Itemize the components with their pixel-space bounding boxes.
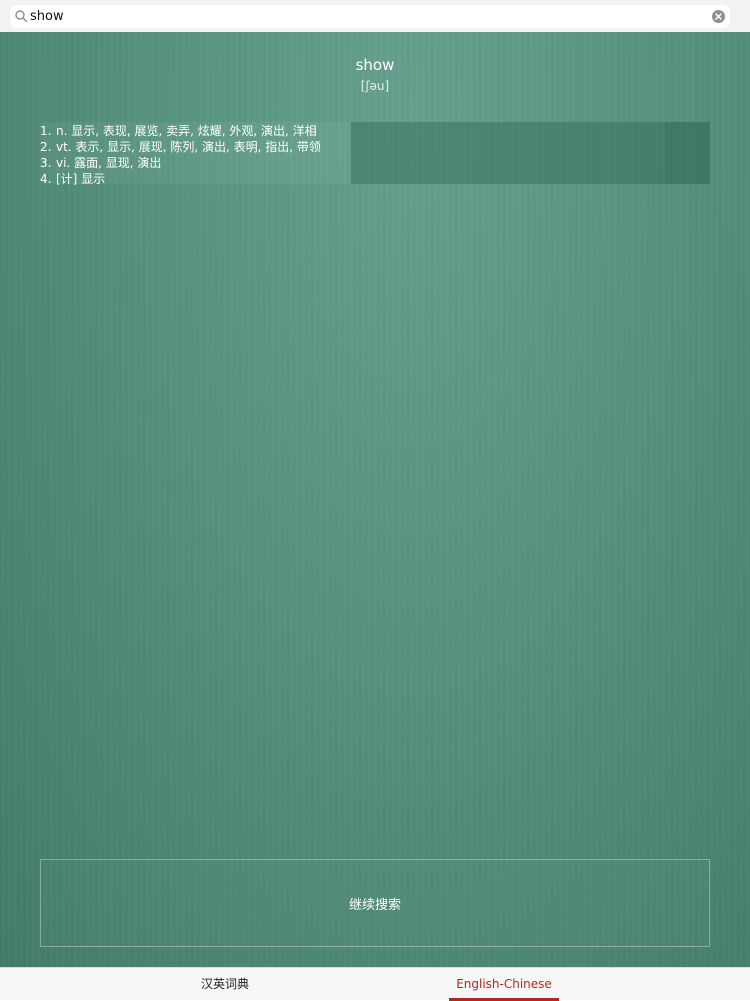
definition-text: n. 显示, 表现, 展览, 卖弄, 炫耀, 外观, 演出, 洋相 [56,124,317,138]
clear-icon[interactable] [711,9,726,24]
definition-item: 4. [计] 显示 [40,171,360,187]
dictionary-content: show [ʃəu] 1. n. 显示, 表现, 展览, 卖弄, 炫耀, 外观, … [0,32,750,967]
definition-number: 4. [40,172,52,186]
search-field[interactable] [10,5,730,28]
definition-item: 3. vi. 露面, 显现, 演出 [40,155,360,171]
definition-image-tile [665,122,710,184]
entry-word: show [355,56,395,74]
search-bar [0,0,750,32]
tab-chinese-english[interactable]: 汉英词典 [150,968,300,1000]
tab-bar: 汉英词典 English-Chinese [0,967,750,1001]
definition-item: 2. vt. 表示, 显示, 展现, 陈列, 演出, 表明, 指出, 带领 [40,139,360,155]
tab-english-chinese[interactable]: English-Chinese [449,968,559,1000]
search-icon [15,10,28,23]
definition-image-strip [351,122,665,184]
definition-item: 1. n. 显示, 表现, 展览, 卖弄, 炫耀, 外观, 演出, 洋相 [40,123,360,139]
definition-number: 3. [40,156,52,170]
definition-text: vi. 露面, 显现, 演出 [56,156,162,170]
entry-phonetic: [ʃəu] [360,79,390,93]
definition-number: 2. [40,140,52,154]
definition-text: [计] 显示 [56,172,106,186]
definition-number: 1. [40,124,52,138]
continue-search-button[interactable]: 继续搜索 [40,859,710,947]
search-input[interactable] [30,5,700,28]
definition-text: vt. 表示, 显示, 展现, 陈列, 演出, 表明, 指出, 带领 [56,140,321,154]
